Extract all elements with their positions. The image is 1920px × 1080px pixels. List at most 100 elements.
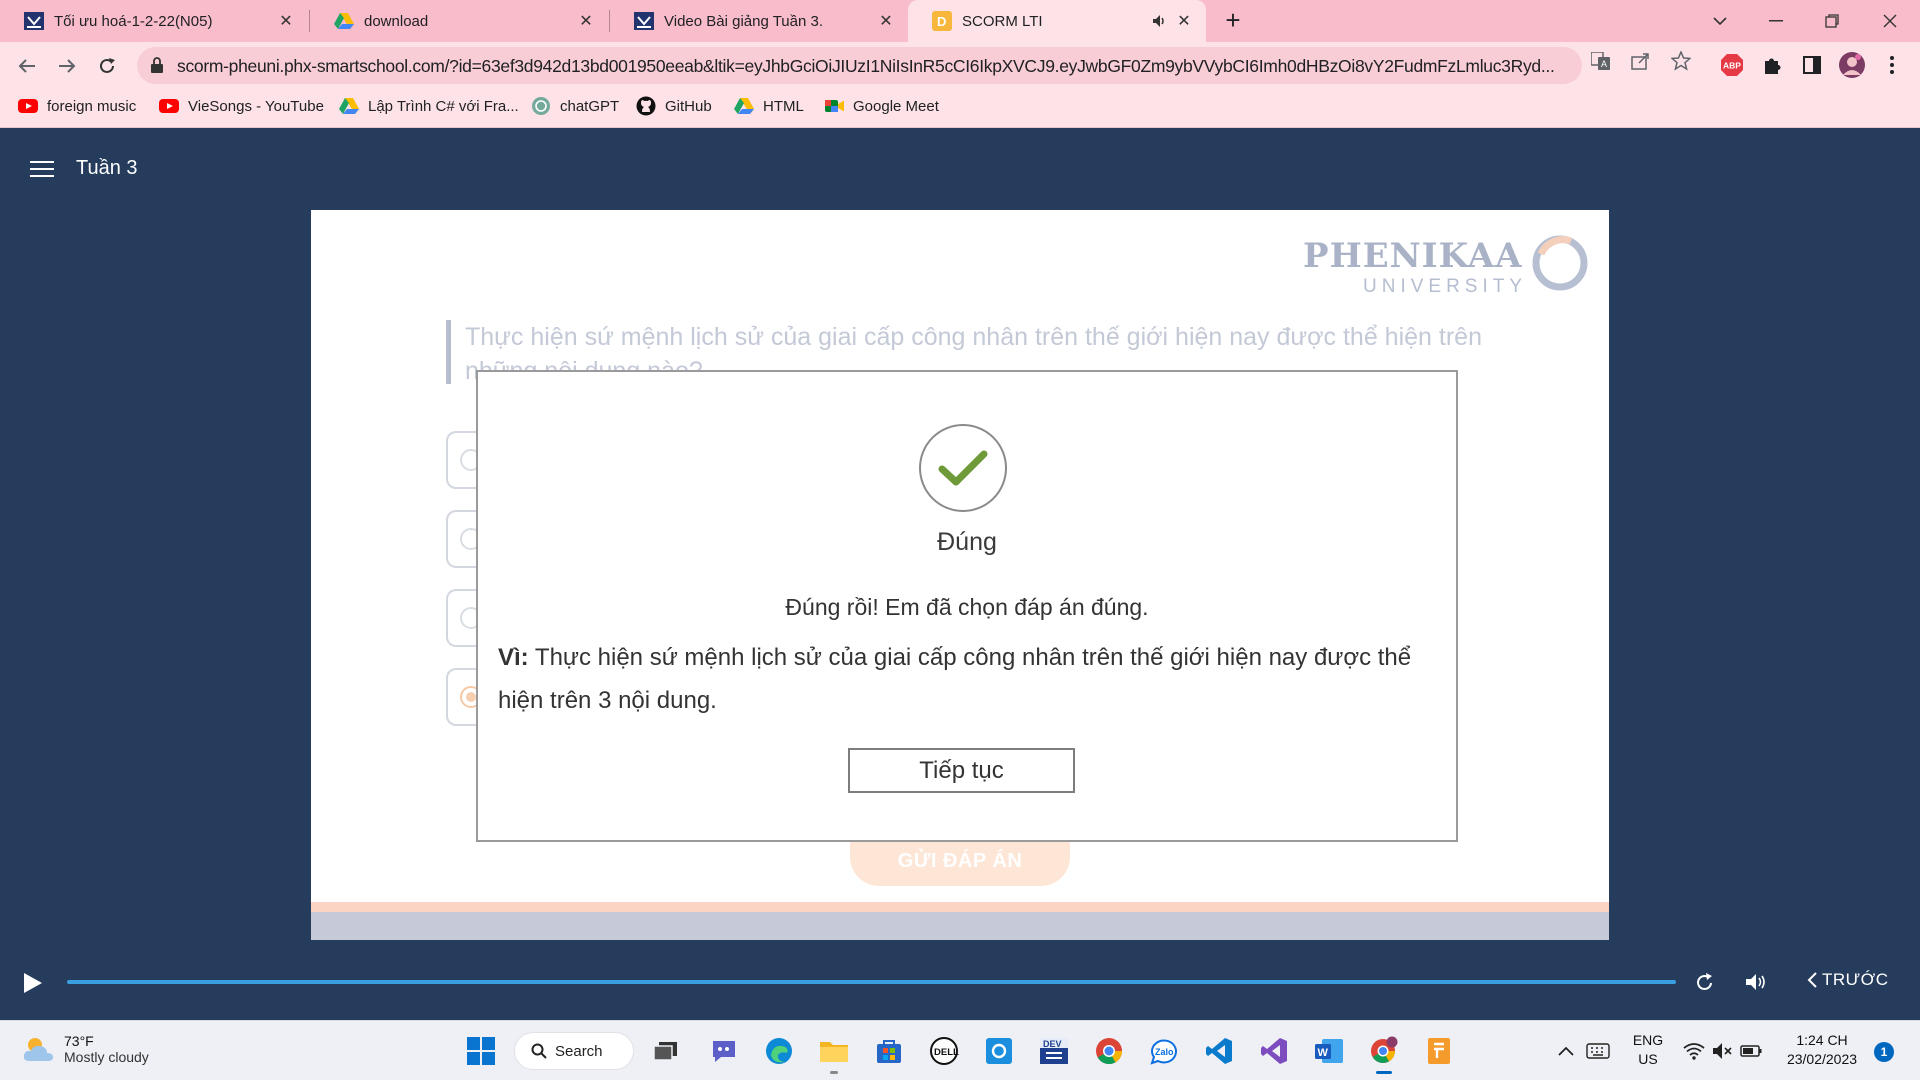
new-tab-button[interactable]: + <box>1218 6 1248 36</box>
logo-ring-icon <box>1532 235 1588 291</box>
minimize-icon[interactable] <box>1748 0 1804 42</box>
running-indicator <box>1376 1071 1392 1074</box>
edge-browser-icon[interactable] <box>761 1033 797 1069</box>
slide-footer-bar <box>311 912 1609 940</box>
university-favicon-icon <box>24 11 44 31</box>
bookmark-star-icon[interactable] <box>1670 50 1692 72</box>
adblock-plus-icon[interactable]: ABP <box>1717 50 1747 80</box>
close-window-icon[interactable] <box>1862 0 1918 42</box>
zalo-icon[interactable]: Zalo <box>1146 1033 1182 1069</box>
windows-start-icon[interactable] <box>463 1033 499 1069</box>
cortana-icon[interactable] <box>981 1033 1017 1069</box>
teams-chat-icon[interactable] <box>706 1033 742 1069</box>
tab-scorm-lti[interactable]: D SCORM LTI ✕ <box>908 0 1206 42</box>
bookmark-chatgpt[interactable]: chatGPT <box>531 89 619 123</box>
side-panel-icon[interactable] <box>1797 50 1827 80</box>
bookmark-lap-trinh-csharp[interactable]: Lập Trình C# với Fra... <box>339 89 519 123</box>
bookmark-label: HTML <box>763 97 804 115</box>
svg-text:D: D <box>937 14 946 29</box>
taskbar-search[interactable]: Search <box>514 1032 634 1070</box>
tab-close-icon[interactable]: ✕ <box>876 11 896 31</box>
file-explorer-icon[interactable] <box>816 1033 852 1074</box>
language-indicator[interactable]: ENG US <box>1628 1031 1668 1069</box>
browser-menu-icon[interactable] <box>1877 50 1907 80</box>
task-view-icon[interactable] <box>648 1033 684 1069</box>
notification-badge[interactable]: 1 <box>1874 1042 1894 1062</box>
foxit-pdf-icon[interactable] <box>1421 1033 1457 1069</box>
extensions-puzzle-icon[interactable] <box>1757 50 1787 80</box>
google-meet-icon <box>824 96 844 116</box>
dev-cpp-icon[interactable]: DEV <box>1036 1033 1072 1069</box>
replay-icon[interactable] <box>1690 967 1720 997</box>
menu-hamburger-icon[interactable] <box>30 161 54 177</box>
windows-taskbar: 73°F Mostly cloudy Search DELL DEV Zalo <box>0 1020 1920 1080</box>
tab-download[interactable]: download ✕ <box>310 0 608 42</box>
browser-toolbar: scorm-pheuni.phx-smartschool.com/?id=63e… <box>0 42 1920 89</box>
search-label: Search <box>555 1042 603 1060</box>
clock[interactable]: 1:24 CH 23/02/2023 <box>1774 1031 1870 1069</box>
reload-icon[interactable] <box>91 50 123 82</box>
bookmark-label: Google Meet <box>853 97 939 115</box>
translate-icon[interactable]: A <box>1590 50 1612 72</box>
forward-arrow-icon[interactable] <box>51 50 83 82</box>
bookmark-foreign-music[interactable]: foreign music <box>18 89 136 123</box>
tab-close-icon[interactable]: ✕ <box>276 11 296 31</box>
tab-video-lecture[interactable]: Video Bài giảng Tuần 3. ✕ <box>610 0 908 42</box>
dell-icon[interactable]: DELL <box>926 1033 962 1069</box>
address-bar[interactable]: scorm-pheuni.phx-smartschool.com/?id=63e… <box>137 47 1582 84</box>
svg-text:W: W <box>1318 1047 1329 1059</box>
bookmark-label: chatGPT <box>560 97 620 115</box>
bookmark-github[interactable]: GitHub <box>636 89 712 123</box>
phenikaa-logo: PHENIKAA UNIVERSITY <box>1303 234 1603 304</box>
restore-icon[interactable] <box>1804 0 1860 42</box>
url-text[interactable]: scorm-pheuni.phx-smartschool.com/?id=63e… <box>177 56 1707 77</box>
chrome-icon[interactable] <box>1091 1033 1127 1069</box>
share-icon[interactable] <box>1630 50 1652 72</box>
chrome-profile-icon[interactable] <box>1366 1033 1402 1074</box>
bookmark-label: VieSongs - YouTube <box>188 97 324 115</box>
vscode-icon[interactable] <box>1201 1033 1237 1069</box>
tab-optimization[interactable]: Tối ưu hoá-1-2-22(N05) ✕ <box>0 0 308 42</box>
browser-tab-strip: Tối ưu hoá-1-2-22(N05) ✕ download ✕ Vide… <box>0 0 1920 42</box>
feedback-message: Đúng rồi! Em đã chọn đáp án đúng. <box>785 594 1149 620</box>
keyboard-icon[interactable] <box>1580 1033 1616 1069</box>
tab-close-icon[interactable]: ✕ <box>576 11 596 31</box>
svg-text:Zalo: Zalo <box>1155 1047 1174 1057</box>
svg-text:DELL: DELL <box>934 1047 959 1058</box>
previous-button[interactable]: TRƯỚC <box>1806 970 1889 990</box>
logo-brand-text: PHENIKAA <box>1303 236 1523 276</box>
bookmark-viesongs[interactable]: VieSongs - YouTube <box>159 89 324 123</box>
seek-bar[interactable] <box>67 980 1676 984</box>
bookmark-google-meet[interactable]: Google Meet <box>824 89 939 123</box>
previous-label: TRƯỚC <box>1822 970 1889 989</box>
weather-widget[interactable]: 73°F Mostly cloudy <box>22 1033 149 1065</box>
lock-icon[interactable] <box>151 57 163 73</box>
course-title: Tuần 3 <box>76 157 138 179</box>
microsoft-store-icon[interactable] <box>871 1033 907 1069</box>
github-icon <box>636 96 656 116</box>
volume-icon[interactable] <box>1742 967 1772 997</box>
bookmark-label: GitHub <box>665 97 712 115</box>
tab-title: SCORM LTI <box>962 12 1043 30</box>
back-arrow-icon[interactable] <box>11 50 43 82</box>
chatgpt-icon <box>531 96 551 116</box>
profile-avatar[interactable] <box>1837 50 1867 80</box>
word-icon[interactable]: W <box>1311 1033 1347 1069</box>
weather-desc: Mostly cloudy <box>64 1049 149 1065</box>
battery-icon[interactable] <box>1734 1033 1770 1069</box>
tray-chevron-up-icon[interactable] <box>1548 1033 1584 1069</box>
question-accent-bar <box>446 320 451 384</box>
feedback-reason: Vì: Thực hiện sứ mệnh lịch sử của giai c… <box>498 636 1438 722</box>
course-header: Tuần 3 <box>0 128 1920 210</box>
tab-close-icon[interactable]: ✕ <box>1174 11 1194 31</box>
play-icon[interactable] <box>24 973 42 993</box>
bookmarks-bar: foreign music VieSongs - YouTube Lập Trì… <box>0 89 1920 128</box>
tab-search-chevron-icon[interactable] <box>1692 0 1748 42</box>
tab-audio-playing-icon[interactable] <box>1152 14 1174 28</box>
language-top: ENG <box>1632 1032 1664 1048</box>
tab-title: download <box>364 12 429 30</box>
visual-studio-icon[interactable] <box>1256 1033 1292 1069</box>
bookmark-html[interactable]: HTML <box>734 89 804 123</box>
youtube-icon <box>18 96 38 116</box>
continue-button[interactable]: Tiếp tục <box>848 748 1075 793</box>
